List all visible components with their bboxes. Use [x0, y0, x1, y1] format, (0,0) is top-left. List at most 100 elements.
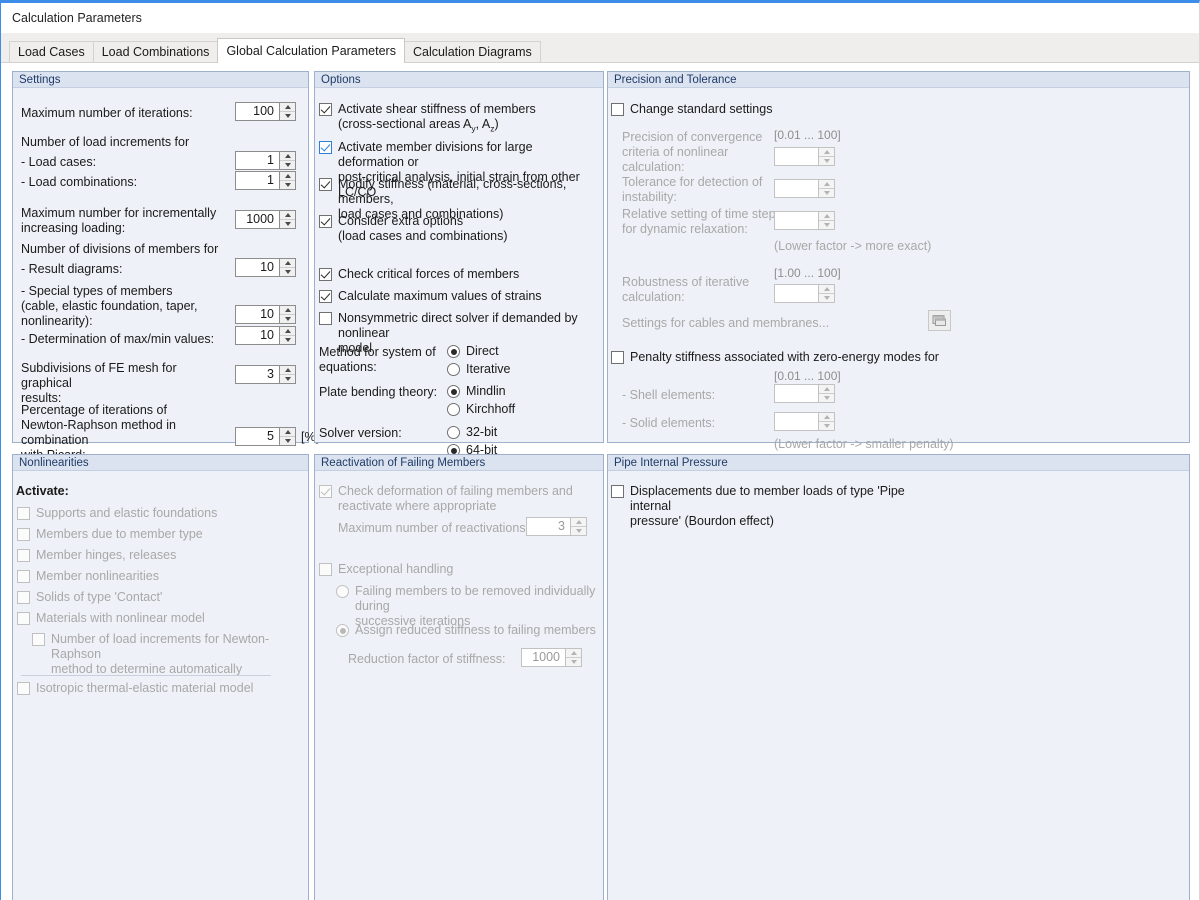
convergence-input[interactable]	[774, 147, 819, 166]
maxmin-values-stepper[interactable]: 10	[235, 326, 296, 345]
special-types-arrows[interactable]	[280, 305, 296, 324]
load-combinations-stepper[interactable]: 1	[235, 171, 296, 190]
radio-circle[interactable]	[447, 426, 460, 439]
spin-down-icon[interactable]	[280, 336, 295, 344]
radio-circle[interactable]	[336, 585, 349, 598]
fe-mesh-input[interactable]: 3	[235, 365, 280, 384]
checkbox-exceptional-handling[interactable]: Exceptional handling	[319, 562, 453, 577]
spin-down-icon[interactable]	[280, 112, 295, 120]
picard-stepper[interactable]: 5	[235, 427, 296, 446]
spin-down-icon[interactable]	[819, 422, 834, 430]
radio-circle[interactable]	[447, 345, 460, 358]
spin-down-icon[interactable]	[280, 437, 295, 445]
timestep-input[interactable]	[774, 211, 819, 230]
checkbox-box[interactable]	[319, 215, 332, 228]
maxmin-values-arrows[interactable]	[280, 326, 296, 345]
special-types-input[interactable]: 10	[235, 305, 280, 324]
checkbox-check-critical-forces[interactable]: Check critical forces of members	[319, 267, 519, 282]
spin-up-icon[interactable]	[566, 649, 581, 658]
spin-up-icon[interactable]	[280, 327, 295, 336]
picard-arrows[interactable]	[280, 427, 296, 446]
instability-input[interactable]	[774, 179, 819, 198]
result-diagrams-arrows[interactable]	[280, 258, 296, 277]
checkbox-box[interactable]	[319, 268, 332, 281]
radio-method-direct[interactable]: Direct	[447, 344, 499, 359]
checkbox-box[interactable]	[611, 485, 624, 498]
spin-up-icon[interactable]	[819, 180, 834, 189]
timestep-stepper[interactable]	[774, 211, 835, 230]
checkbox-check-deformation-failing[interactable]: Check deformation of failing members and…	[319, 484, 584, 514]
checkbox-box[interactable]	[17, 549, 30, 562]
result-diagrams-input[interactable]: 10	[235, 258, 280, 277]
solid-elements-input[interactable]	[774, 412, 819, 431]
checkbox-members-due-member-type[interactable]: Members due to member type	[17, 527, 203, 542]
checkbox-box[interactable]	[611, 103, 624, 116]
robustness-input[interactable]	[774, 284, 819, 303]
load-cases-arrows[interactable]	[280, 151, 296, 170]
checkbox-box[interactable]	[17, 507, 30, 520]
checkbox-change-standard-settings[interactable]: Change standard settings	[611, 102, 772, 117]
tab-load-cases[interactable]: Load Cases	[9, 41, 94, 62]
spin-down-icon[interactable]	[280, 181, 295, 189]
checkbox-penalty-stiffness[interactable]: Penalty stiffness associated with zero-e…	[611, 350, 939, 365]
tab-global-calculation-parameters[interactable]: Global Calculation Parameters	[217, 38, 405, 63]
checkbox-box[interactable]	[17, 612, 30, 625]
special-types-stepper[interactable]: 10	[235, 305, 296, 324]
spin-up-icon[interactable]	[280, 306, 295, 315]
load-cases-stepper[interactable]: 1	[235, 151, 296, 170]
checkbox-isotropic-thermal-elastic[interactable]: Isotropic thermal-elastic material model	[17, 681, 253, 696]
checkbox-calculate-max-strains[interactable]: Calculate maximum values of strains	[319, 289, 542, 304]
maxmin-values-input[interactable]: 10	[235, 326, 280, 345]
checkbox-box[interactable]	[17, 591, 30, 604]
checkbox-displacements-bourdon[interactable]: Displacements due to member loads of typ…	[611, 484, 941, 529]
checkbox-box[interactable]	[319, 485, 332, 498]
radio-plate-kirchhoff[interactable]: Kirchhoff	[447, 402, 515, 417]
spin-down-icon[interactable]	[280, 268, 295, 276]
load-combinations-arrows[interactable]	[280, 171, 296, 190]
spin-down-icon[interactable]	[819, 189, 834, 197]
shell-elements-arrows[interactable]	[819, 384, 835, 403]
checkbox-box[interactable]	[319, 141, 332, 154]
robustness-stepper[interactable]	[774, 284, 835, 303]
spin-up-icon[interactable]	[280, 366, 295, 375]
spin-down-icon[interactable]	[280, 375, 295, 383]
spin-down-icon[interactable]	[571, 527, 586, 535]
checkbox-box[interactable]	[319, 290, 332, 303]
spin-down-icon[interactable]	[819, 157, 834, 165]
incremental-loading-input[interactable]: 1000	[235, 210, 280, 229]
checkbox-consider-extra-options[interactable]: Consider extra options (load cases and c…	[319, 214, 599, 244]
incremental-loading-stepper[interactable]: 1000	[235, 210, 296, 229]
checkbox-solids-type-contact[interactable]: Solids of type 'Contact'	[17, 590, 162, 605]
checkbox-member-hinges-releases[interactable]: Member hinges, releases	[17, 548, 176, 563]
spin-up-icon[interactable]	[571, 518, 586, 527]
radio-circle[interactable]	[447, 403, 460, 416]
max-iterations-stepper[interactable]: 100	[235, 102, 296, 121]
max-reactivations-stepper[interactable]: 3	[526, 517, 587, 536]
spin-up-icon[interactable]	[819, 413, 834, 422]
checkbox-box[interactable]	[319, 563, 332, 576]
checkbox-box[interactable]	[17, 528, 30, 541]
convergence-stepper[interactable]	[774, 147, 835, 166]
fe-mesh-stepper[interactable]: 3	[235, 365, 296, 384]
spin-up-icon[interactable]	[280, 259, 295, 268]
checkbox-activate-shear-stiffness[interactable]: Activate shear stiffness of members (cro…	[319, 102, 594, 137]
spin-up-icon[interactable]	[819, 385, 834, 394]
checkbox-box[interactable]	[319, 103, 332, 116]
robustness-arrows[interactable]	[819, 284, 835, 303]
spin-up-icon[interactable]	[280, 103, 295, 112]
checkbox-newton-raphson-auto[interactable]: Number of load increments for Newton-Rap…	[32, 632, 297, 677]
picard-input[interactable]: 5	[235, 427, 280, 446]
shell-elements-stepper[interactable]	[774, 384, 835, 403]
shell-elements-input[interactable]	[774, 384, 819, 403]
cables-membranes-label[interactable]: Settings for cables and membranes...	[622, 316, 829, 330]
solid-elements-arrows[interactable]	[819, 412, 835, 431]
spin-up-icon[interactable]	[819, 148, 834, 157]
max-reactivations-input[interactable]: 3	[526, 517, 571, 536]
cables-membranes-settings-button[interactable]	[928, 310, 951, 331]
radio-solver-32bit[interactable]: 32-bit	[447, 425, 497, 440]
max-reactivations-arrows[interactable]	[571, 517, 587, 536]
reduction-factor-stepper[interactable]: 1000	[521, 648, 582, 667]
spin-down-icon[interactable]	[280, 220, 295, 228]
radio-circle[interactable]	[447, 385, 460, 398]
reduction-factor-arrows[interactable]	[566, 648, 582, 667]
